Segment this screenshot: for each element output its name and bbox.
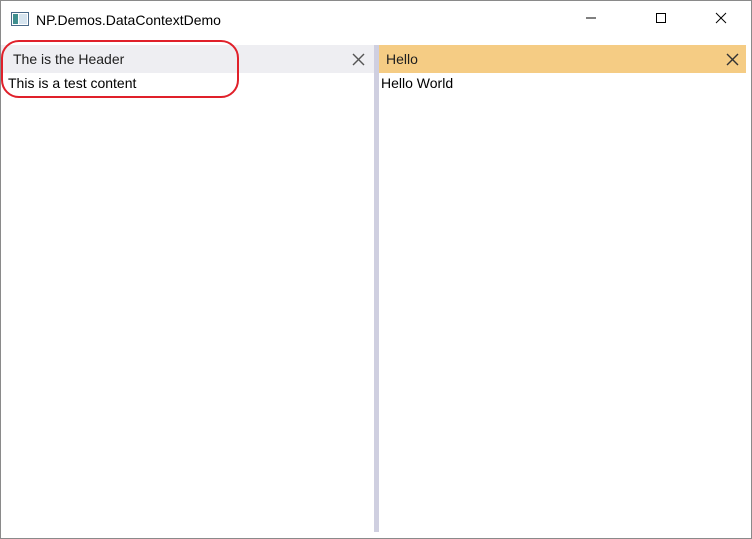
maximize-button[interactable] <box>638 1 684 39</box>
pane-header-right[interactable]: Hello <box>379 45 746 73</box>
close-icon <box>715 11 727 29</box>
maximize-icon <box>655 11 667 29</box>
minimize-button[interactable] <box>568 1 614 39</box>
minimize-icon <box>585 11 597 29</box>
document-pane-right: Hello Hello World <box>379 39 749 532</box>
pane-content-text: Hello World <box>381 75 454 91</box>
pane-header-title: Hello <box>386 51 418 67</box>
window-title: NP.Demos.DataContextDemo <box>36 12 221 28</box>
app-window: NP.Demos.DataContextDemo The is the Head… <box>0 0 752 539</box>
pane-content-text: This is a test content <box>8 75 137 91</box>
main-content: The is the Header This is a test content… <box>1 39 751 538</box>
pane-header-title: The is the Header <box>13 51 125 67</box>
window-app-icon <box>11 12 29 26</box>
close-button[interactable] <box>698 1 744 39</box>
document-pane-left: The is the Header This is a test content <box>1 39 374 532</box>
pane-header-left[interactable]: The is the Header <box>1 45 374 73</box>
title-bar[interactable]: NP.Demos.DataContextDemo <box>1 1 751 39</box>
pane-close-icon[interactable] <box>725 52 739 66</box>
pane-close-icon[interactable] <box>351 52 365 66</box>
